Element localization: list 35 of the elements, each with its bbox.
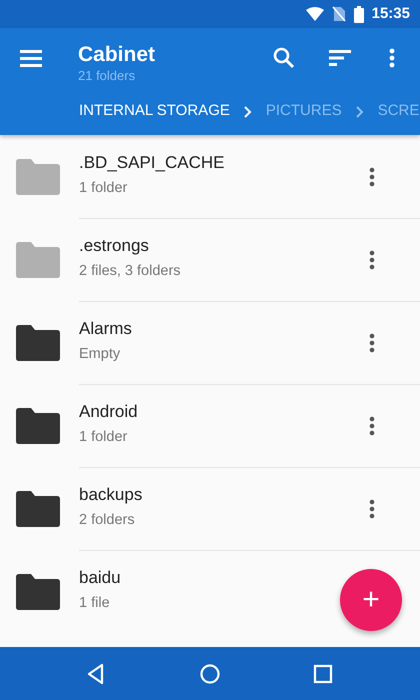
folder-info: 1 file (79, 594, 111, 613)
search-icon[interactable] (273, 47, 295, 69)
chevron-icon (356, 106, 364, 118)
chevron-icon (244, 106, 252, 118)
sort-icon[interactable] (329, 50, 351, 66)
folder-info: Empty (79, 344, 122, 364)
app-title: Cabinet (78, 42, 156, 66)
wifi-icon (306, 7, 324, 21)
more-icon[interactable] (369, 332, 375, 352)
folder-name: .BD_SAPI_CACHE (79, 153, 224, 174)
more-icon[interactable] (369, 166, 375, 186)
folder-name: backups (79, 485, 142, 506)
folder-info: 2 files, 3 folders (79, 262, 181, 281)
no-sim-icon (332, 6, 346, 22)
more-icon[interactable] (369, 250, 375, 270)
folder-info: 1 folder (79, 178, 128, 198)
folder-info: 2 folders (79, 510, 136, 530)
home-icon[interactable] (198, 662, 221, 684)
recents-icon[interactable] (312, 662, 334, 684)
breadcrumb-tab[interactable]: PICTURES (266, 100, 342, 123)
folder-info: 1 folder (79, 428, 128, 447)
more-icon[interactable] (389, 48, 395, 68)
add-button[interactable]: + (340, 569, 402, 631)
more-icon[interactable] (369, 498, 375, 518)
folder-name: Android (79, 402, 138, 423)
folder-name: baidu (79, 568, 121, 589)
more-icon[interactable] (369, 416, 375, 436)
breadcrumb-tab[interactable]: SCRE (378, 100, 420, 123)
breadcrumb-tab[interactable]: INTERNAL STORAGE (79, 100, 230, 123)
folder-name: .estrongs (79, 236, 150, 257)
folder-name: Alarms (79, 319, 132, 340)
folder-count: 21 folders (78, 66, 136, 85)
menu-icon[interactable] (20, 50, 42, 66)
battery-icon (354, 6, 364, 22)
status-time: 15:35 (372, 4, 410, 24)
